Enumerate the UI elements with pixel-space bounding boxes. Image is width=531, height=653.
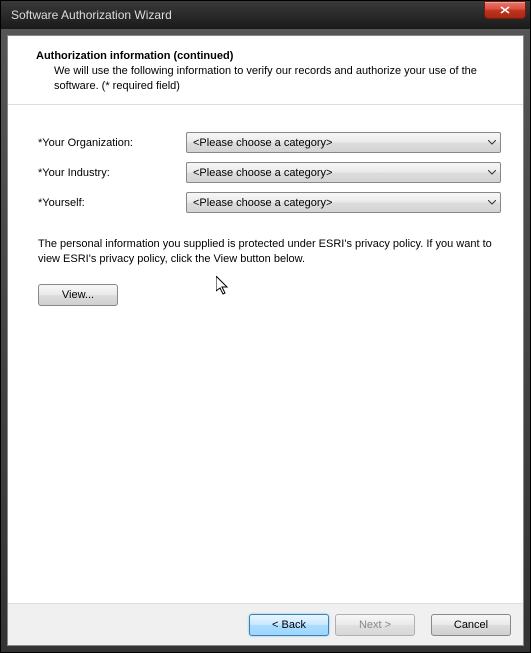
authorization-wizard-window: Software Authorization Wizard Authorizat…: [0, 0, 531, 653]
yourself-label: *Yourself:: [38, 197, 186, 209]
chevron-down-icon: [487, 198, 496, 207]
organization-dropdown[interactable]: <Please choose a category>: [186, 132, 501, 153]
yourself-dropdown[interactable]: <Please choose a category>: [186, 192, 501, 213]
header-section: Authorization information (continued) We…: [8, 36, 523, 105]
window-frame: Authorization information (continued) We…: [1, 29, 530, 652]
organization-label: *Your Organization:: [38, 137, 186, 149]
form-area: *Your Organization: <Please choose a cat…: [8, 105, 523, 603]
next-button: Next >: [335, 614, 415, 636]
close-button[interactable]: [484, 1, 526, 19]
yourself-dropdown-value: <Please choose a category>: [193, 197, 487, 209]
close-icon: [500, 6, 510, 14]
wizard-button-bar: < Back Next > Cancel: [8, 603, 523, 645]
content-panel: Authorization information (continued) We…: [7, 35, 524, 646]
view-button[interactable]: View...: [38, 284, 118, 306]
page-heading: Authorization information (continued): [36, 50, 503, 62]
organization-dropdown-value: <Please choose a category>: [193, 137, 487, 149]
chevron-down-icon: [487, 138, 496, 147]
privacy-text: The personal information you supplied is…: [38, 237, 501, 267]
industry-dropdown-value: <Please choose a category>: [193, 167, 487, 179]
yourself-row: *Yourself: <Please choose a category>: [38, 191, 501, 215]
titlebar: Software Authorization Wizard: [1, 1, 530, 29]
chevron-down-icon: [487, 168, 496, 177]
organization-row: *Your Organization: <Please choose a cat…: [38, 131, 501, 155]
industry-label: *Your Industry:: [38, 167, 186, 179]
back-button[interactable]: < Back: [249, 614, 329, 636]
industry-row: *Your Industry: <Please choose a categor…: [38, 161, 501, 185]
window-title: Software Authorization Wizard: [11, 8, 484, 22]
industry-dropdown[interactable]: <Please choose a category>: [186, 162, 501, 183]
cancel-button[interactable]: Cancel: [431, 614, 511, 636]
page-subheading: We will use the following information to…: [36, 64, 503, 94]
